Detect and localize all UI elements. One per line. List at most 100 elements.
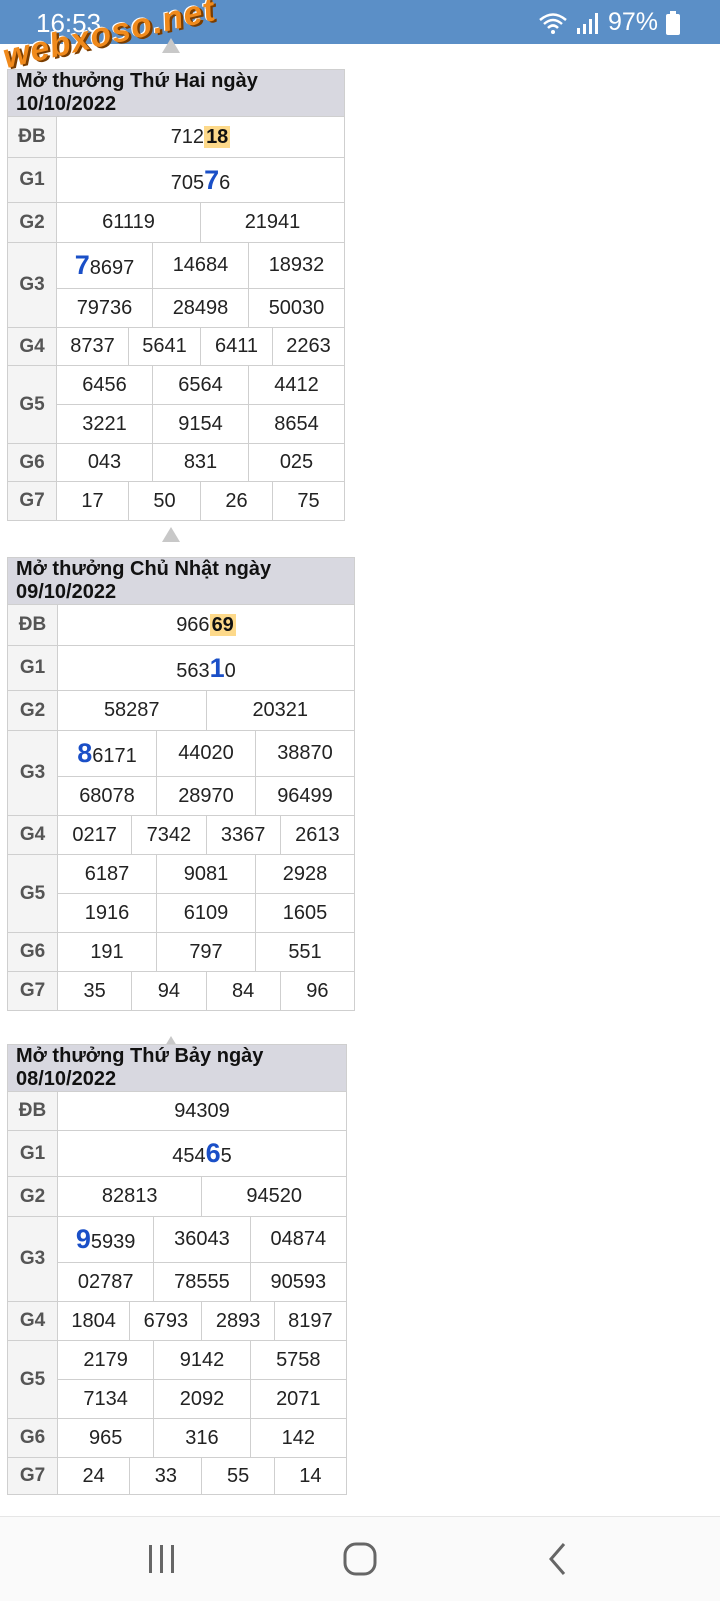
g4-cell: 6411 xyxy=(200,327,273,366)
g7-cell: 50 xyxy=(128,481,201,521)
g6-cell: 551 xyxy=(255,932,355,972)
draw-title: Mở thưởng Chủ Nhật ngày 09/10/2022 xyxy=(7,557,355,605)
g3-cell: 86171 xyxy=(57,730,157,777)
label-g3: G3 xyxy=(7,730,58,816)
g5-cell: 9154 xyxy=(152,404,249,444)
special-tail: 69 xyxy=(209,613,236,636)
g5-cell: 9142 xyxy=(153,1340,251,1380)
label-g5: G5 xyxy=(7,854,58,933)
g4-cell: 2893 xyxy=(201,1301,275,1341)
g5-cell: 6187 xyxy=(57,854,157,894)
g4-cell: 2263 xyxy=(272,327,345,366)
g3-cell: 95939 xyxy=(56,1216,155,1263)
g4-cell: 5641 xyxy=(128,327,201,366)
label-g1: G1 xyxy=(7,645,58,691)
g4-cell: 3367 xyxy=(205,815,281,855)
g6-cell: 831 xyxy=(152,443,249,482)
label-g2: G2 xyxy=(7,1176,58,1217)
g5-cell: 5758 xyxy=(249,1340,348,1380)
label-g2: G2 xyxy=(7,202,57,243)
label-g7: G7 xyxy=(7,971,58,1011)
label-g7: G7 xyxy=(7,481,57,521)
wifi-icon xyxy=(538,12,568,34)
g7-cell: 24 xyxy=(56,1457,131,1495)
g2-cell: 82813 xyxy=(56,1176,203,1217)
g5-cell: 4412 xyxy=(248,365,345,405)
label-g2: G2 xyxy=(7,690,58,731)
g5-cell: 6564 xyxy=(152,365,249,405)
g4-cell: 6793 xyxy=(129,1301,203,1341)
g5-cell: 2928 xyxy=(255,854,355,894)
result-table: Mở thưởng Chủ Nhật ngày 09/10/2022 ĐB 96… xyxy=(7,557,356,1011)
g7-cell: 17 xyxy=(56,481,129,521)
g6-cell: 191 xyxy=(57,932,157,972)
label-g7: G7 xyxy=(7,1457,58,1495)
g7-cell: 75 xyxy=(272,481,345,521)
label-g1: G1 xyxy=(7,1130,58,1177)
g3-cell: 78555 xyxy=(153,1262,251,1302)
g7-cell: 26 xyxy=(200,481,273,521)
draw-title: Mở thưởng Thứ Bảy ngày 08/10/2022 xyxy=(7,1044,347,1092)
g3-cell: 36043 xyxy=(153,1216,251,1263)
label-db: ĐB xyxy=(7,116,57,158)
label-db: ĐB xyxy=(7,604,58,646)
special-prize: 94309 xyxy=(57,1091,347,1131)
g3-cell: 96499 xyxy=(255,776,355,816)
battery-icon xyxy=(666,10,680,35)
navigation-bar xyxy=(0,1516,720,1601)
back-button[interactable] xyxy=(540,1539,580,1579)
g3-cell: 28970 xyxy=(156,776,256,816)
special-tail: 18 xyxy=(204,125,231,148)
recent-apps-button[interactable] xyxy=(141,1539,181,1579)
recent-apps-icon xyxy=(149,1545,174,1573)
special-prize: 712 18 xyxy=(56,116,345,158)
first-prize: 45465 xyxy=(57,1130,347,1177)
g5-cell: 2071 xyxy=(249,1379,348,1419)
label-g6: G6 xyxy=(7,1418,58,1458)
g4-cell: 8197 xyxy=(273,1301,348,1341)
g3-cell: 02787 xyxy=(56,1262,155,1302)
g5-cell: 2179 xyxy=(56,1340,155,1380)
special-prize: 966 69 xyxy=(57,604,355,646)
label-g1: G1 xyxy=(7,157,57,203)
g3-cell: 38870 xyxy=(255,730,355,777)
home-button[interactable] xyxy=(340,1539,380,1579)
label-g4: G4 xyxy=(7,327,57,366)
g3-cell: 44020 xyxy=(156,730,256,777)
label-g4: G4 xyxy=(7,1301,58,1341)
g2-cell: 21941 xyxy=(200,202,345,243)
g5-cell: 7134 xyxy=(56,1379,155,1419)
g3-cell: 18932 xyxy=(248,242,345,289)
g5-cell: 2092 xyxy=(153,1379,251,1419)
g7-cell: 96 xyxy=(279,971,356,1011)
signal-icon xyxy=(576,12,600,34)
g6-cell: 797 xyxy=(156,932,256,972)
label-db: ĐB xyxy=(7,1091,58,1131)
battery-text: 97% xyxy=(607,8,658,36)
g4-cell: 1804 xyxy=(56,1301,131,1341)
g4-cell: 8737 xyxy=(56,327,129,366)
result-table: Mở thưởng Thứ Bảy ngày 08/10/2022 ĐB 943… xyxy=(7,1044,348,1495)
g3-cell: 90593 xyxy=(249,1262,348,1302)
label-g3: G3 xyxy=(7,242,57,328)
g3-cell: 78697 xyxy=(56,242,153,289)
g5-cell: 1605 xyxy=(255,893,355,933)
label-g6: G6 xyxy=(7,932,58,972)
scroll-up-arrow[interactable] xyxy=(162,527,180,542)
g5-cell: 1916 xyxy=(57,893,157,933)
g5-cell: 6456 xyxy=(56,365,153,405)
g2-cell: 20321 xyxy=(205,690,355,731)
home-icon xyxy=(343,1542,377,1576)
g5-cell: 3221 xyxy=(56,404,153,444)
label-g3: G3 xyxy=(7,1216,58,1302)
label-g5: G5 xyxy=(7,1340,58,1419)
first-prize: 56310 xyxy=(57,645,355,691)
label-g6: G6 xyxy=(7,443,57,482)
g2-cell: 61119 xyxy=(56,202,201,243)
result-table: Mở thưởng Thứ Hai ngày 10/10/2022 ĐB 712… xyxy=(7,69,345,521)
g7-cell: 33 xyxy=(129,1457,203,1495)
g6-cell: 043 xyxy=(56,443,153,482)
label-g5: G5 xyxy=(7,365,57,444)
g3-cell: 79736 xyxy=(56,288,153,328)
g6-cell: 142 xyxy=(249,1418,348,1458)
